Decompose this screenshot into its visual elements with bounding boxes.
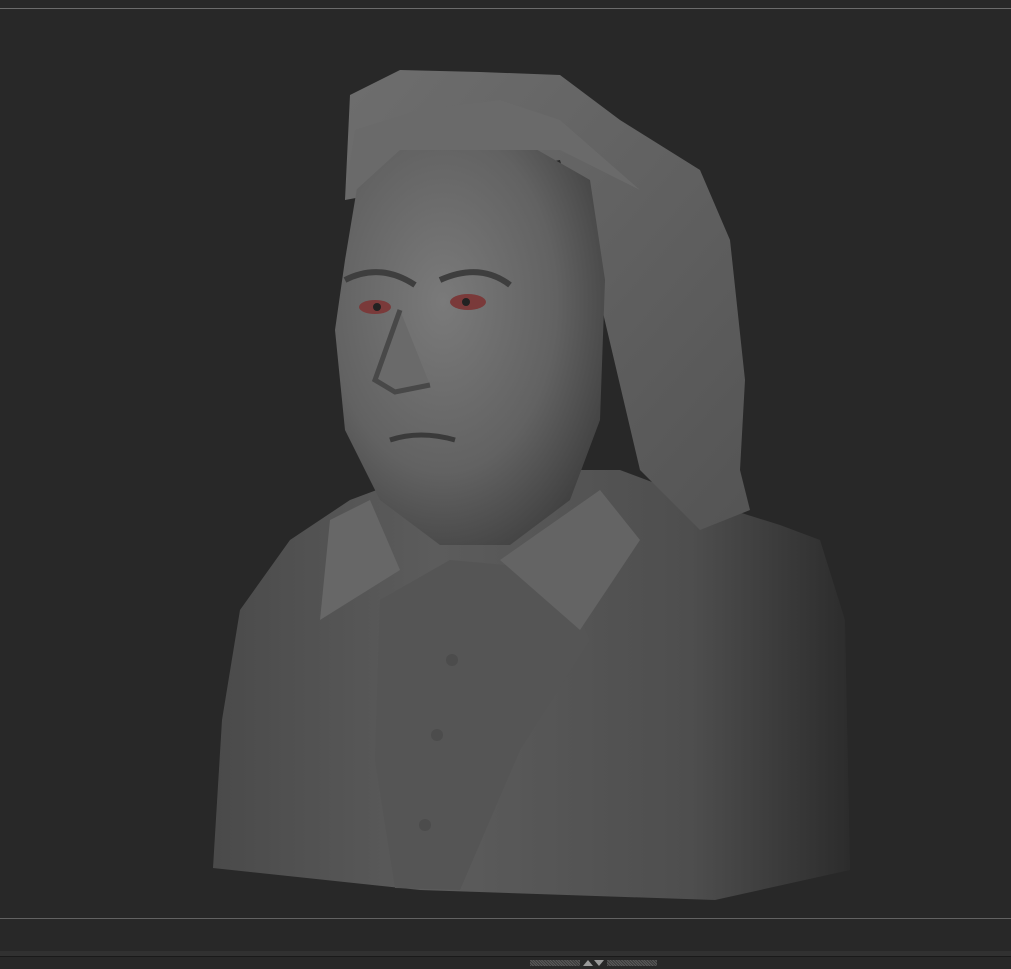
3d-viewport-canvas[interactable]	[0, 9, 1011, 918]
sculpted-bust-model	[213, 70, 850, 900]
tray-grip-right[interactable]	[607, 960, 657, 966]
viewport-bottom-divider	[0, 918, 1011, 919]
face	[335, 140, 605, 545]
arrow-down-icon	[594, 960, 604, 966]
tray-grip-left[interactable]	[530, 960, 580, 966]
bottom-shelf-edge	[0, 956, 1011, 957]
bottom-tray-handle[interactable]	[530, 959, 658, 967]
expand-collapse-arrows-icon[interactable]	[583, 960, 604, 966]
arrow-up-icon	[583, 960, 593, 966]
